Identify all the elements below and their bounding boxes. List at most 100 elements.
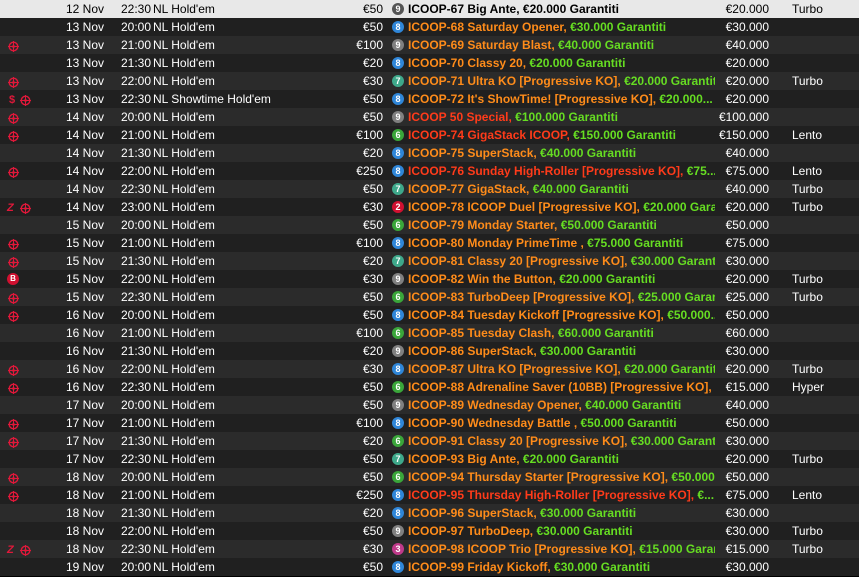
tournament-row[interactable]: Z 14 Nov 23:00 NL Hold'em €30 2 ICOOP-78 ICOOP… — [0, 198, 859, 216]
row-game: NL Hold'em — [153, 56, 215, 70]
row-buyin: €30 — [362, 74, 383, 88]
tournament-row[interactable]: 17 Nov 20:00 NL Hold'em €50 9 ICOOP-89 Wednes… — [0, 396, 859, 414]
row-date: 18 Nov — [66, 506, 105, 520]
target-icon — [8, 129, 19, 142]
row-time: 21:00 — [121, 326, 151, 340]
target-icon — [8, 75, 19, 88]
row-name-guarantee: €75... — [686, 164, 715, 178]
row-time: 21:30 — [121, 146, 151, 160]
tournament-row[interactable]: 13 Nov 21:30 NL Hold'em €20 8 ICOOP-70 Classy… — [0, 54, 859, 72]
row-date: 14 Nov — [66, 110, 105, 124]
row-buyin: €250 — [356, 488, 383, 502]
row-icons — [2, 306, 62, 324]
row-buyin: €50 — [362, 182, 383, 196]
row-buyin: €50 — [362, 452, 383, 466]
row-icons — [2, 72, 62, 90]
row-buyin: €20 — [362, 434, 383, 448]
tournament-row[interactable]: 18 Nov 22:00 NL Hold'em €50 9 ICOOP-97 TurboD… — [0, 522, 859, 540]
row-name: ICOOP-81 Classy 20 [Progressive KO], €30… — [408, 252, 715, 270]
tournament-row[interactable]: 16 Nov 22:30 NL Hold'em €50 6 ICOOP-88 Adrena… — [0, 378, 859, 396]
row-icons: Z — [2, 540, 62, 558]
target-icon — [8, 381, 19, 394]
tournament-row[interactable]: 16 Nov 22:00 NL Hold'em €30 8 ICOOP-87 Ultra … — [0, 360, 859, 378]
row-name-title: ICOOP-69 Saturday Blast, — [408, 38, 559, 52]
row-name-title: ICOOP-84 Tuesday Kickoff [Progressive KO… — [408, 308, 668, 322]
row-date: 15 Nov — [66, 272, 105, 286]
tournament-row[interactable]: 14 Nov 22:00 NL Hold'em €250 8 ICOOP-76 Sunda… — [0, 162, 859, 180]
tournament-row[interactable]: 14 Nov 21:00 NL Hold'em €100 6 ICOOP-74 GigaS… — [0, 126, 859, 144]
tournament-row[interactable]: 16 Nov 21:30 NL Hold'em €20 9 ICOOP-86 SuperS… — [0, 342, 859, 360]
players-badge: 8 — [392, 147, 404, 159]
row-name-title: ICOOP-82 Win the Button, — [408, 272, 560, 286]
row-name: ICOOP-71 Ultra KO [Progressive KO], €20.… — [408, 72, 715, 90]
tournament-row[interactable]: 17 Nov 22:30 NL Hold'em €50 7 ICOOP-93 Big An… — [0, 450, 859, 468]
row-icons — [2, 144, 62, 162]
tournament-row[interactable]: Z 18 Nov 22:30 NL Hold'em €30 3 ICOOP-98 ICOOP… — [0, 540, 859, 558]
tournament-row[interactable]: 14 Nov 22:30 NL Hold'em €50 7 ICOOP-77 GigaSt… — [0, 180, 859, 198]
row-game: NL Hold'em — [153, 542, 215, 556]
tournament-row[interactable]: $13 Nov 22:30 NL Showtime Hold'em €50 8 ICOOP… — [0, 90, 859, 108]
tournament-row[interactable]: 15 Nov 22:30 NL Hold'em €50 6 ICOOP-83 TurboD… — [0, 288, 859, 306]
row-game: NL Hold'em — [153, 398, 215, 412]
players-badge: 8 — [392, 363, 404, 375]
row-name-guarantee: €20.000... — [659, 92, 713, 106]
row-buyin: €100 — [356, 416, 383, 430]
tournament-row[interactable]: 13 Nov 21:00 NL Hold'em €100 9 ICOOP-69 Satur… — [0, 36, 859, 54]
row-game: NL Hold'em — [153, 326, 215, 340]
row-icons — [2, 216, 62, 234]
tournament-row[interactable]: 15 Nov 21:30 NL Hold'em €20 7 ICOOP-81 Classy… — [0, 252, 859, 270]
row-name-title: ICOOP-90 Wednesday Battle , — [408, 416, 581, 430]
tournament-row[interactable]: 15 Nov 20:00 NL Hold'em €50 6 ICOOP-79 Monday… — [0, 216, 859, 234]
tournament-row[interactable]: 14 Nov 21:30 NL Hold'em €20 8 ICOOP-75 SuperS… — [0, 144, 859, 162]
row-name-title: ICOOP-86 SuperStack, — [408, 344, 541, 358]
row-guarantee: €150.000 — [718, 128, 769, 142]
row-date: 17 Nov — [66, 398, 105, 412]
target-icon — [20, 93, 31, 106]
row-icons — [2, 342, 62, 360]
row-speed: Lento — [792, 128, 823, 142]
row-name-guarantee: €50.000... — [667, 308, 715, 322]
row-buyin: €100 — [356, 326, 383, 340]
tournament-row[interactable]: 18 Nov 21:00 NL Hold'em €250 8 ICOOP-95 Thurs… — [0, 486, 859, 504]
row-icons — [2, 378, 62, 396]
row-name: ICOOP-77 GigaStack, €40.000 Garantiti — [408, 180, 715, 198]
players-badge: 8 — [392, 237, 404, 249]
tournament-row[interactable]: 17 Nov 21:30 NL Hold'em €20 6 ICOOP-91 Classy… — [0, 432, 859, 450]
row-time: 20:00 — [121, 308, 151, 322]
row-buyin: €100 — [356, 38, 383, 52]
row-name: ICOOP-95 Thursday High-Roller [Progressi… — [408, 486, 715, 504]
tournament-row[interactable]: 16 Nov 21:00 NL Hold'em €100 6 ICOOP-85 Tuesd… — [0, 324, 859, 342]
tournament-row[interactable]: 18 Nov 20:00 NL Hold'em €50 6 ICOOP-94 Thursd… — [0, 468, 859, 486]
row-speed: Turbo — [792, 200, 823, 214]
tournament-row[interactable]: 13 Nov 20:00 NL Hold'em €50 8 ICOOP-68 Saturd… — [0, 18, 859, 36]
row-name-guarantee: €20.000 Garantiti — [624, 74, 715, 88]
tournament-row[interactable]: 18 Nov 21:30 NL Hold'em €20 8 ICOOP-96 SuperS… — [0, 504, 859, 522]
row-name-title: ICOOP 50 Special, — [408, 110, 516, 124]
row-name-title: ICOOP-91 Classy 20 [Progressive KO], — [408, 434, 631, 448]
row-guarantee: €40.000 — [725, 182, 769, 196]
row-date: 16 Nov — [66, 380, 105, 394]
tournament-row[interactable]: 16 Nov 20:00 NL Hold'em €50 8 ICOOP-84 Tuesda… — [0, 306, 859, 324]
row-name-title: ICOOP-76 Sunday High-Roller [Progressive… — [408, 164, 687, 178]
row-name-title: ICOOP-81 Classy 20 [Progressive KO], — [408, 254, 631, 268]
row-date: 14 Nov — [66, 182, 105, 196]
tournament-row[interactable]: 15 Nov 21:00 NL Hold'em €100 8 ICOOP-80 Monda… — [0, 234, 859, 252]
row-name: ICOOP-93 Big Ante, €20.000 Garantiti — [408, 450, 715, 468]
row-name-guarantee: €25.000 Garanti... — [637, 290, 715, 304]
tournament-row[interactable]: B 15 Nov 22:00 NL Hold'em €30 9 ICOOP-82 Win t… — [0, 270, 859, 288]
players-badge: 8 — [392, 93, 404, 105]
row-name: ICOOP-74 GigaStack ICOOP, €150.000 Garan… — [408, 126, 715, 144]
row-name-guarantee: €20.000 Garantiti — [559, 272, 656, 286]
players-badge: 8 — [392, 57, 404, 69]
players-badge: 8 — [392, 489, 404, 501]
row-guarantee: €40.000 — [725, 146, 769, 160]
tournament-row[interactable]: 19 Nov 20:00 NL Hold'em €50 8 ICOOP-99 Friday… — [0, 558, 859, 576]
tournament-row[interactable]: 13 Nov 22:00 NL Hold'em €30 7 ICOOP-71 Ultra … — [0, 72, 859, 90]
row-game: NL Hold'em — [153, 182, 215, 196]
row-buyin: €50 — [362, 470, 383, 484]
tournament-row[interactable]: 17 Nov 21:00 NL Hold'em €100 8 ICOOP-90 Wedne… — [0, 414, 859, 432]
target-icon — [8, 255, 19, 268]
tournament-row[interactable]: 12 Nov 22:30 NL Hold'em €50 9 ICOOP-67 Big An… — [0, 0, 859, 18]
tournament-row[interactable]: 14 Nov 20:00 NL Hold'em €50 9 ICOOP 50 Specia… — [0, 108, 859, 126]
row-time: 21:30 — [121, 434, 151, 448]
